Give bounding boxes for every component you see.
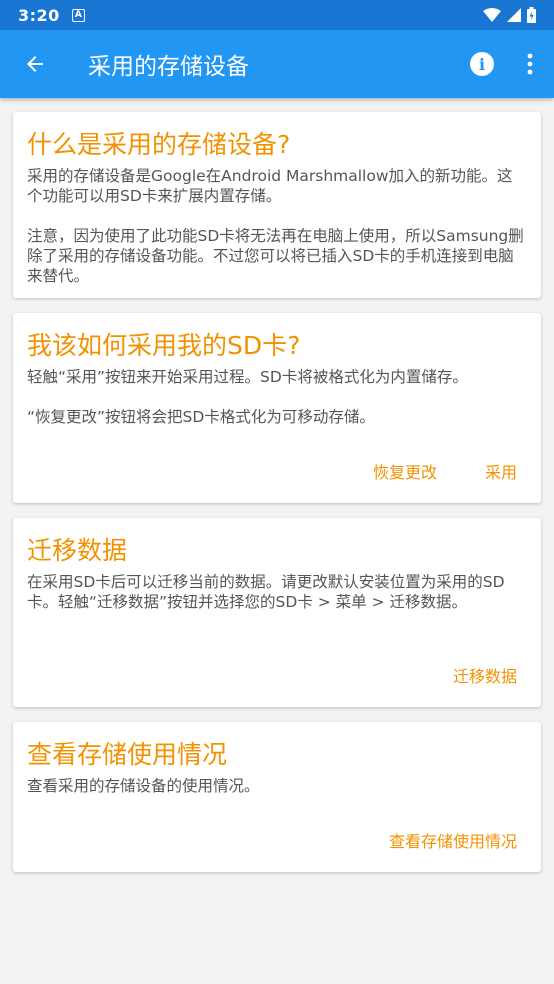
notification-icon: A [71, 8, 85, 22]
back-button[interactable] [0, 30, 70, 98]
info-button[interactable]: i [458, 30, 506, 98]
view-storage-usage-button[interactable]: 查看存储使用情况 [379, 822, 527, 858]
arrow-back-icon [27, 56, 43, 72]
card-title: 迁移数据 [27, 536, 128, 565]
wifi-icon [483, 8, 501, 22]
page-title: 采用的存储设备 [88, 54, 249, 80]
status-bar: 3:20 A [0, 0, 554, 30]
card-text: 注意，因为使用了此功能SD卡将无法再在电脑上使用，所以Samsung删除了采用的… [27, 227, 524, 285]
card-actions: 查看存储使用情况 [379, 822, 527, 858]
card-title: 我该如何采用我的SD卡? [27, 331, 301, 360]
card-text: 轻触“采用”按钮来开始采用过程。SD卡将被格式化为内置储存。 [27, 368, 468, 386]
card-view-storage-usage: 查看存储使用情况 查看采用的存储设备的使用情况。 查看存储使用情况 [13, 722, 541, 872]
card-actions: 迁移数据 [443, 657, 527, 693]
info-icon: i [470, 52, 494, 76]
migrate-data-button[interactable]: 迁移数据 [443, 657, 527, 693]
battery-icon [527, 7, 536, 23]
card-how-to-adopt: 我该如何采用我的SD卡? 轻触“采用”按钮来开始采用过程。SD卡将被格式化为内置… [13, 313, 541, 503]
revert-changes-button[interactable]: 恢复更改 [363, 453, 447, 489]
card-title: 查看存储使用情况 [27, 740, 228, 769]
app-bar: 采用的存储设备 i [0, 30, 554, 98]
adopt-button[interactable]: 采用 [475, 453, 527, 489]
card-actions: 恢复更改 采用 [363, 453, 527, 489]
status-time: 3:20 [18, 5, 60, 25]
more-options-button[interactable] [506, 30, 554, 98]
status-icons [483, 7, 536, 23]
card-title: 什么是采用的存储设备? [27, 130, 291, 159]
card-migrate-data: 迁移数据 在采用SD卡后可以迁移当前的数据。请更改默认安装位置为采用的SD卡。轻… [13, 518, 541, 707]
card-text: 在采用SD卡后可以迁移当前的数据。请更改默认安装位置为采用的SD卡。轻触“迁移数… [27, 573, 505, 611]
card-text: 采用的存储设备是Google在Android Marshmallow加入的新功能… [27, 167, 513, 205]
card-what-is-adoptable: 什么是采用的存储设备? 采用的存储设备是Google在Android Marsh… [13, 112, 541, 298]
signal-icon [507, 8, 521, 22]
card-text: “恢复更改”按钮将会把SD卡格式化为可移动存储。 [27, 408, 375, 426]
card-text: 查看采用的存储设备的使用情况。 [27, 777, 260, 795]
more-vert-icon [527, 53, 533, 75]
